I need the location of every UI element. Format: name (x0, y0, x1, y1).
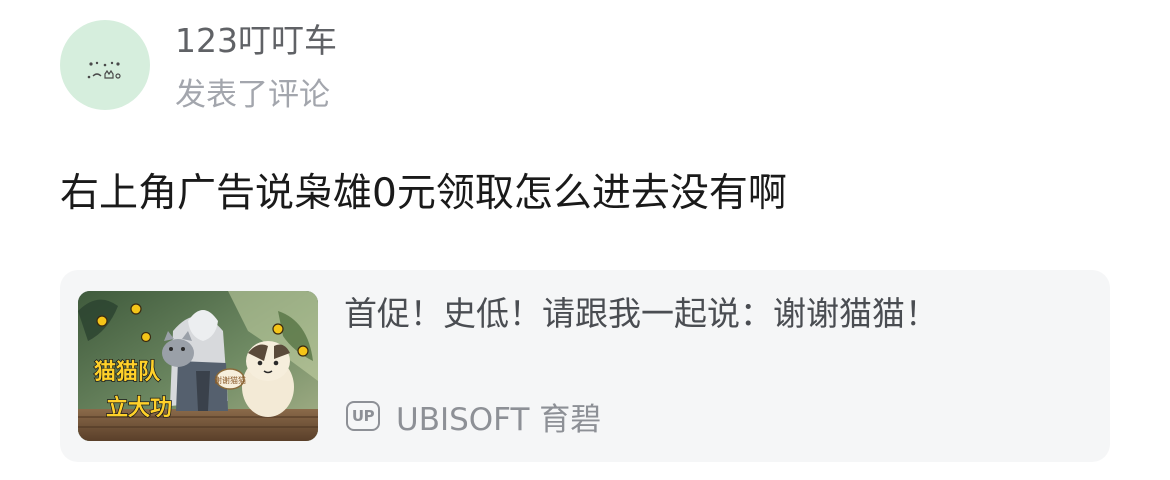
linked-video-card[interactable]: 谢谢猫猫 猫猫队 立大功 首促！史低！请跟我一起说：谢谢猫猫！ UP UBISO… (60, 270, 1110, 462)
up-badge-icon: UP (346, 401, 380, 431)
thumbnail-title-line1: 猫猫队 (94, 360, 161, 385)
card-source[interactable]: UP UBISOFT 育碧 (346, 396, 602, 438)
author-name[interactable]: 123叮叮车 (175, 20, 337, 62)
source-name: UBISOFT 育碧 (396, 401, 602, 438)
video-thumbnail[interactable]: 谢谢猫猫 猫猫队 立大功 (78, 291, 318, 441)
comment-text: 右上角广告说枭雄0元领取怎么进去没有啊 (60, 171, 787, 216)
author-action: 发表了评论 (175, 77, 330, 113)
cat-doodle-avatar-icon (87, 61, 121, 79)
card-title[interactable]: 首促！史低！请跟我一起说：谢谢猫猫！ (344, 292, 938, 336)
thumbnail-title-line2: 立大功 (106, 395, 172, 421)
avatar[interactable] (60, 20, 150, 110)
thumbnail-sticker-text: 谢谢猫猫 (214, 375, 246, 385)
